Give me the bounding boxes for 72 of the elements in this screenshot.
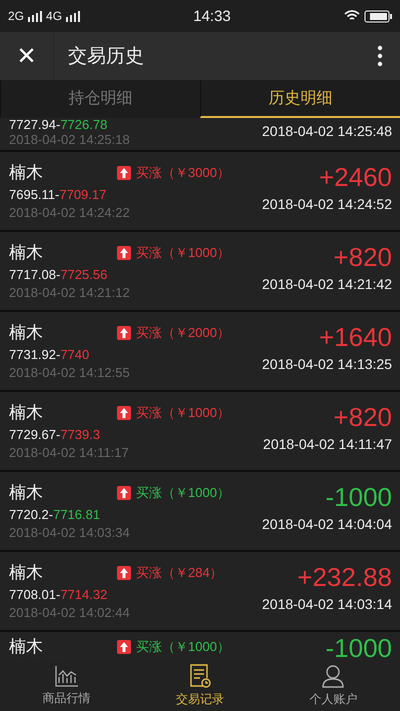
trade-row[interactable]: 楠木 买涨（￥1000） -1000: [0, 632, 400, 660]
nav-tab[interactable]: 交易记录: [133, 660, 267, 711]
profit-amount: -1000: [326, 634, 392, 660]
product-name: 楠木: [9, 562, 44, 584]
up-arrow-icon: [117, 246, 131, 260]
open-time: 2018-04-02 14:21:12: [9, 284, 130, 302]
trade-row[interactable]: 楠木 买涨（￥1000） 7729.67-7739.3 2018-04-02 14:11:17 +820 2018-04-02 14:11:47: [0, 392, 400, 470]
document-clock-icon: [188, 664, 212, 688]
open-time: 2018-04-02 14:24:22: [9, 204, 130, 222]
close-time: 2018-04-02 14:04:04: [262, 515, 392, 534]
up-arrow-icon: [117, 486, 131, 500]
up-arrow-icon: [117, 406, 131, 420]
profit-amount: +232.88: [297, 561, 392, 594]
order-label: 买涨（￥1000）: [136, 244, 230, 262]
open-time: 2018-04-02 14:02:44: [9, 604, 130, 622]
trade-row[interactable]: 楠木 买涨（￥3000） 7695.11-7709.17 2018-04-02 14:24:22 +2460 2018-04-02 14:24:52: [0, 152, 400, 230]
battery-icon: [364, 10, 392, 22]
price-range: 7727.94-7726.78: [9, 118, 108, 132]
signal-icon: [28, 10, 42, 22]
up-arrow-icon: [117, 326, 131, 340]
close-time: 2018-04-02 14:24:52: [262, 195, 392, 214]
profit-amount: +820: [333, 401, 392, 434]
trade-row[interactable]: 7727.94-7726.78 2018-04-02 14:25:18 2018-04-02 14:25:48: [0, 118, 400, 150]
chart-icon: [54, 664, 79, 686]
open-time: 2018-04-02 14:11:17: [9, 444, 129, 462]
order-label: 买涨（￥3000）: [136, 164, 230, 182]
close-time: 2018-04-02 14:11:47: [263, 435, 392, 454]
profit-amount: +1640: [318, 321, 392, 354]
product-name: 楠木: [9, 242, 44, 264]
person-icon: [321, 664, 346, 688]
network-label: 2G: [8, 9, 24, 23]
profit-amount: +820: [333, 241, 392, 274]
nav-tab[interactable]: 商品行情: [0, 660, 134, 711]
product-name: 楠木: [9, 402, 44, 424]
price-range: 7717.08-7725.56: [9, 266, 108, 284]
trade-row[interactable]: 楠木 买涨（￥2000） 7731.92-7740 2018-04-02 14:12:55 +1640 2018-04-02 14:13:25: [0, 312, 400, 390]
price-range: 7708.01-7714.32: [9, 586, 108, 604]
network-label: 4G: [46, 9, 62, 23]
open-time: 2018-04-02 14:12:55: [9, 364, 130, 382]
wifi-icon: [344, 10, 360, 22]
trade-row[interactable]: 楠木 买涨（￥1000） 7717.08-7725.56 2018-04-02 14:21:12 +820 2018-04-02 14:21:42: [0, 232, 400, 310]
status-time: 14:33: [192, 8, 232, 24]
product-name: 楠木: [9, 162, 44, 184]
nav-tab[interactable]: 个人账户: [266, 660, 400, 711]
close-time: 2018-04-02 14:03:14: [262, 595, 392, 614]
up-arrow-icon: [117, 166, 131, 180]
open-time: 2018-04-02 14:03:34: [9, 524, 130, 542]
more-icon: [377, 45, 383, 67]
up-arrow-icon: [117, 566, 131, 580]
order-label: 买涨（￥2000）: [136, 324, 230, 342]
close-time: 2018-04-02 14:25:48: [262, 122, 392, 141]
price-range: 7731.92-7740: [9, 346, 90, 364]
product-name: 楠木: [9, 636, 44, 658]
profit-amount: -1000: [326, 481, 392, 514]
order-label: 买涨（￥284）: [136, 564, 223, 582]
trade-row[interactable]: 楠木 买涨（￥284） 7708.01-7714.32 2018-04-02 14:02:44 +232.88 2018-04-02 14:03:14: [0, 552, 400, 630]
open-time: 2018-04-02 14:25:18: [9, 132, 130, 147]
price-range: 7695.11-7709.17: [9, 186, 106, 204]
close-time: 2018-04-02 14:13:25: [262, 355, 392, 374]
trade-row[interactable]: 楠木 买涨（￥1000） 7720.2-7716.81 2018-04-02 14:03:34 -1000 2018-04-02 14:04:04: [0, 472, 400, 550]
product-name: 楠木: [9, 322, 44, 344]
product-name: 楠木: [9, 482, 44, 504]
price-range: 7729.67-7739.3: [9, 426, 100, 444]
up-arrow-icon: [117, 640, 131, 654]
close-time: 2018-04-02 14:21:42: [262, 275, 392, 294]
page-title: 交易历史: [67, 45, 145, 69]
signal-icon: [66, 10, 80, 22]
order-label: 买涨（￥1000）: [136, 638, 230, 656]
profit-amount: +2460: [318, 161, 392, 194]
price-range: 7720.2-7716.81: [9, 506, 100, 524]
order-label: 买涨（￥1000）: [136, 404, 230, 422]
order-label: 买涨（￥1000）: [136, 484, 230, 502]
